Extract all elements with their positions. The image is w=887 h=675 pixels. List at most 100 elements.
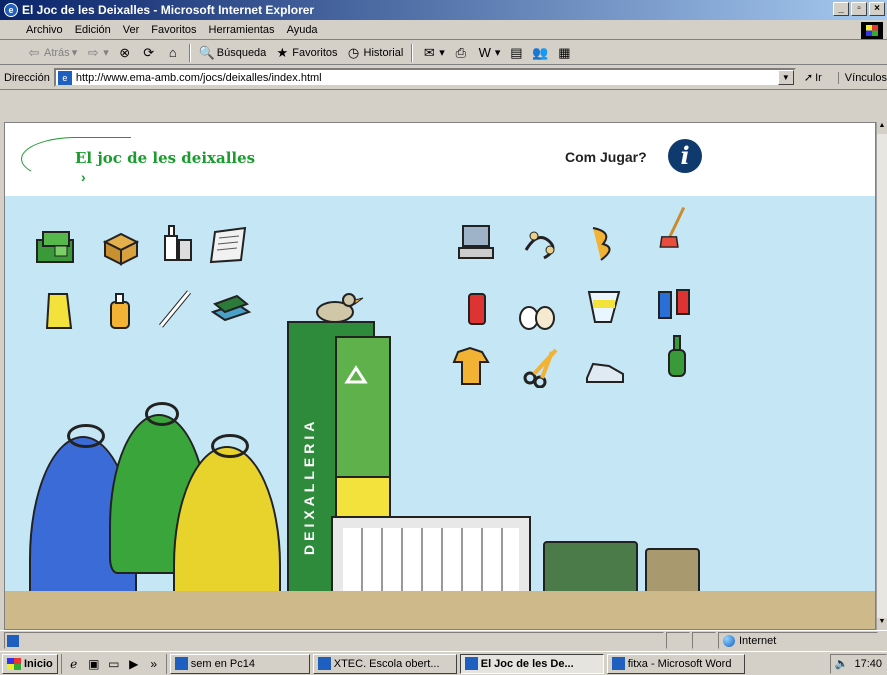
links-toolbar[interactable]: Vínculos xyxy=(837,71,887,84)
address-dropdown-button[interactable]: ▼ xyxy=(777,70,794,85)
edit-word-button[interactable]: W ▾ xyxy=(477,45,501,61)
stop-button[interactable]: ⊗ xyxy=(117,45,133,61)
newspaper-item[interactable] xyxy=(207,222,251,266)
history-button[interactable]: ◷ Historial xyxy=(346,44,403,61)
menu-edicion[interactable]: Edición xyxy=(69,24,117,36)
menu-favoritos[interactable]: Favoritos xyxy=(145,24,202,36)
bottles-item[interactable] xyxy=(157,220,201,264)
scissors-item[interactable] xyxy=(520,344,564,388)
game-header: El joc de les deixalles › Com Jugar? i xyxy=(5,123,875,196)
menu-archivo[interactable]: Archivo xyxy=(20,24,69,36)
magazines-item[interactable] xyxy=(209,286,253,330)
word-icon xyxy=(611,657,625,670)
menu-ayuda[interactable]: Ayuda xyxy=(281,24,324,36)
menu-herramientas[interactable]: Herramientas xyxy=(203,24,281,36)
windows-logo-icon xyxy=(7,657,21,670)
history-icon: ◷ xyxy=(347,44,360,60)
vertical-scrollbar[interactable] xyxy=(876,122,887,630)
broom-item[interactable] xyxy=(653,206,697,250)
toolbar-separator xyxy=(411,43,414,62)
close-button[interactable]: × xyxy=(869,2,885,16)
minimize-button[interactable]: _ xyxy=(833,2,849,16)
task-label: El Joc de les De... xyxy=(480,657,574,670)
go-label: Ir xyxy=(815,71,822,84)
armchair-item[interactable] xyxy=(33,224,77,268)
clock: 17:40 xyxy=(854,657,882,670)
stop-icon: ⊗ xyxy=(119,44,131,60)
refresh-button[interactable]: ⟳ xyxy=(141,45,157,61)
go-button[interactable]: ➚ Ir xyxy=(804,71,822,85)
windows-logo-throbber xyxy=(861,22,883,39)
search-label: Búsqueda xyxy=(216,46,267,59)
detergent-bottle-item[interactable] xyxy=(99,288,143,332)
research-icon: ▦ xyxy=(558,44,571,60)
aerosol-cans-item[interactable] xyxy=(653,284,697,328)
soda-can-item[interactable] xyxy=(455,286,499,330)
address-label: Dirección xyxy=(4,71,50,84)
cardboard-box-item[interactable] xyxy=(99,224,143,268)
page-done-icon xyxy=(7,634,19,647)
plant-remains-item[interactable] xyxy=(520,220,564,264)
address-bar: Dirección e http://www.ema-amb.com/jocs/… xyxy=(0,66,887,90)
discuss-icon: ▤ xyxy=(510,44,523,60)
messenger-button[interactable]: 👥 xyxy=(532,45,548,61)
address-url: http://www.ema-amb.com/jocs/deixalles/in… xyxy=(75,71,322,84)
yogurt-cup-item[interactable] xyxy=(581,284,625,328)
media-player-quicklaunch-icon[interactable]: ▶ xyxy=(126,656,142,672)
menu-ver[interactable]: Ver xyxy=(117,24,146,36)
task-label: fitxa - Microsoft Word xyxy=(627,657,732,670)
volume-icon[interactable]: 🔈 xyxy=(835,657,849,670)
status-main xyxy=(4,632,664,649)
task-word[interactable]: fitxa - Microsoft Word xyxy=(606,653,745,674)
task-joc-deixalles[interactable]: El Joc de les De... xyxy=(459,653,604,674)
juice-carton-item[interactable] xyxy=(37,288,81,332)
task-xtec[interactable]: XTEC. Escola obert... xyxy=(312,653,457,674)
explorer-quicklaunch-icon[interactable]: ▣ xyxy=(86,656,102,672)
search-icon: 🔍 xyxy=(198,44,215,60)
eggshells-item[interactable] xyxy=(515,292,559,336)
page-viewport: El joc de les deixalles › Com Jugar? i D… xyxy=(4,122,876,630)
glass-bottle-item[interactable] xyxy=(655,334,699,378)
messenger-icon: 👥 xyxy=(532,44,549,60)
search-button[interactable]: 🔍 Búsqueda xyxy=(199,45,267,61)
mail-button[interactable]: ✉ ▾ xyxy=(421,45,445,61)
window-controls: _ ▫ × xyxy=(833,2,885,16)
mail-icon: ✉ xyxy=(423,44,435,60)
forward-button[interactable]: ⇨ ▾ xyxy=(85,45,109,61)
status-cell xyxy=(692,632,716,649)
toolbar-separator xyxy=(188,43,191,62)
dropdown-arrow-icon: ▾ xyxy=(103,47,109,59)
chevron-right-icon: › xyxy=(81,169,86,185)
banana-peel-item[interactable] xyxy=(583,220,627,264)
info-button[interactable]: i xyxy=(668,139,702,173)
deixalleria-label: DEIXALLERIA xyxy=(297,351,321,621)
standard-toolbar: ⇦ Atrás ▾ ⇨ ▾ ⊗ ⟳ ⌂ 🔍 Búsqueda ★ Favorit… xyxy=(0,41,887,65)
pen-item[interactable] xyxy=(153,286,197,330)
start-button[interactable]: Inicio xyxy=(2,653,58,674)
quicklaunch-more-icon[interactable]: » xyxy=(146,656,162,672)
ie-quicklaunch-icon[interactable]: ℯ xyxy=(66,656,82,672)
how-to-play-link[interactable]: Com Jugar? xyxy=(565,149,647,165)
window-titlebar: e El Joc de les Deixalles - Microsoft In… xyxy=(0,0,887,20)
address-input[interactable]: e http://www.ema-amb.com/jocs/deixalles/… xyxy=(53,68,796,87)
dropdown-arrow-icon: ▾ xyxy=(71,47,78,59)
shoe-item[interactable] xyxy=(583,346,627,390)
quick-launch: ℯ ▣ ▭ ▶ » xyxy=(60,653,167,674)
home-button[interactable]: ⌂ xyxy=(165,45,181,61)
back-button[interactable]: ⇦ Atrás ▾ xyxy=(26,45,78,61)
computer-item[interactable] xyxy=(455,220,499,264)
game-scene-floor xyxy=(5,591,875,629)
favorites-button[interactable]: ★ Favoritos xyxy=(274,45,337,61)
task-label: sem en Pc14 xyxy=(190,657,255,670)
task-sem[interactable]: sem en Pc14 xyxy=(169,653,310,674)
game-title: El joc de les deixalles xyxy=(75,149,256,167)
menu-bar: Archivo Edición Ver Favoritos Herramient… xyxy=(0,20,887,40)
maximize-button[interactable]: ▫ xyxy=(851,2,867,16)
page-icon: e xyxy=(57,70,72,85)
print-button[interactable]: ⎙ xyxy=(453,45,469,61)
research-button[interactable]: ▦ xyxy=(556,45,572,61)
clothes-item[interactable] xyxy=(450,344,494,388)
discuss-button[interactable]: ▤ xyxy=(508,45,524,61)
game-scene-sky: DEIXALLERIA xyxy=(5,196,875,629)
desktop-quicklaunch-icon[interactable]: ▭ xyxy=(106,656,122,672)
